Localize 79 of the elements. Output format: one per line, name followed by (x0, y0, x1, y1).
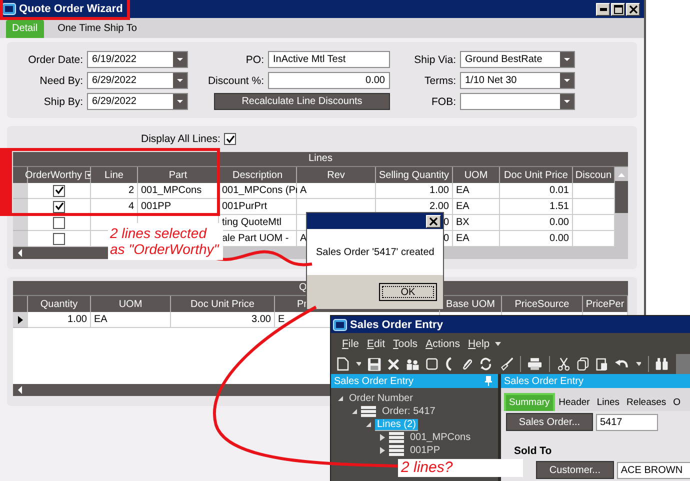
column-header[interactable]: Part (138, 167, 219, 183)
dropdown-field[interactable]: 6/29/2022 (87, 72, 188, 89)
tab[interactable]: Header (556, 395, 593, 411)
dropdown-field[interactable]: 6/19/2022 (87, 51, 188, 68)
panel-title: Sales Order Entry (334, 376, 414, 386)
dropdown-field[interactable]: Ground BestRate (460, 51, 575, 68)
field-label: Discount %: (206, 74, 264, 86)
table-cell: 0.01 (500, 183, 573, 199)
field-label: Terms: (424, 74, 456, 86)
panel-title: Sales Order Entry (504, 376, 584, 386)
menu-item[interactable]: Help (465, 338, 493, 350)
table-cell: 1.51 (500, 199, 573, 215)
tab[interactable]: Lines (594, 395, 623, 411)
customer-button[interactable]: Customer... (536, 461, 614, 479)
input-field[interactable]: InActive Mtl Test (268, 51, 390, 68)
tree-item[interactable]: Order Number (347, 393, 415, 404)
column-header[interactable]: OrderWorthy (28, 167, 91, 183)
checkbox-label: Display All Lines: (141, 133, 220, 145)
tree-item[interactable]: 001_MPCons (408, 432, 473, 443)
field-label: Ship By: (42, 96, 83, 108)
field-label: Order Date: (27, 54, 83, 66)
input-field[interactable]: 5417 (596, 414, 658, 430)
table-cell: 3.00 (171, 312, 275, 328)
table-cell: 001_MPCons (138, 183, 219, 199)
table-cell: 001PurPrt (219, 199, 297, 215)
table-cell: A (297, 183, 376, 199)
menu-item[interactable]: Actions (422, 338, 464, 350)
field-label: FOB: (430, 96, 456, 108)
recalculate-button[interactable]: Recalculate Line Discounts (214, 93, 390, 110)
field-label: Need By: (38, 74, 83, 86)
column-header[interactable]: PricePer (583, 296, 628, 312)
tab[interactable]: One Time Ship To (48, 20, 147, 38)
table-cell: 1.00 (376, 183, 453, 199)
field-label: Ship Via: (413, 54, 456, 66)
menu-item[interactable]: Tools (390, 338, 421, 350)
column-header[interactable]: UOM (453, 167, 500, 183)
table-cell: 001_MPCons (Pr (219, 183, 297, 199)
column-header[interactable]: Rev (297, 167, 376, 183)
tree-item[interactable]: 001PP (408, 445, 442, 456)
column-header[interactable]: PriceSource (502, 296, 583, 312)
menu-item[interactable]: Edit (364, 338, 388, 350)
menu-item[interactable]: File (339, 338, 362, 350)
grid-title: Lines (308, 153, 332, 164)
table-cell: 0.00 (500, 231, 573, 247)
column-header[interactable]: Description (219, 167, 297, 183)
tab[interactable]: Releases (624, 395, 670, 411)
dropdown-field[interactable]: 6/29/2022 (87, 93, 188, 110)
table-cell: EA (453, 199, 500, 215)
column-header[interactable]: Discoun (573, 167, 615, 183)
column-header[interactable]: Doc Unit Price (171, 296, 275, 312)
table-cell: EA (453, 231, 500, 247)
table-cell: EA (91, 312, 171, 328)
annotation-text: 2 lines selected as "OrderWorthy" (108, 223, 223, 260)
table-cell: 0.00 (500, 215, 573, 231)
tree-item[interactable]: Order: 5417 (380, 406, 438, 417)
column-header[interactable]: Base UOM (440, 296, 502, 312)
annotation-text: 2 lines? (398, 459, 523, 477)
window-title: Quote Order Wizard (19, 3, 123, 15)
dialog-message: Sales Order '5417' created (316, 246, 434, 258)
input-field[interactable]: ACE BROWN (616, 462, 690, 478)
sales-order-button[interactable]: Sales Order... (506, 413, 593, 431)
grid-title: Q (299, 282, 307, 293)
tab[interactable]: O (670, 395, 684, 411)
dropdown-field[interactable]: 1/10 Net 30 (460, 72, 575, 89)
table-cell: ting QuoteMtl (219, 215, 297, 231)
column-header[interactable]: Quantity (28, 296, 91, 312)
ok-button[interactable]: OK (379, 283, 437, 301)
table-cell: 2 (91, 183, 138, 199)
column-header[interactable]: UOM (91, 296, 171, 312)
window-title: Sales Order Entry (350, 318, 443, 330)
table-cell: 1.00 (28, 312, 91, 328)
input-field[interactable]: 0.00 (268, 72, 390, 89)
column-header[interactable]: Selling Quantity (376, 167, 453, 183)
field-label: PO: (244, 54, 264, 66)
column-header[interactable]: Doc Unit Price (500, 167, 573, 183)
column-header[interactable]: Line (91, 167, 138, 183)
table-cell: EA (453, 183, 500, 199)
section-label: Sold To (513, 444, 553, 459)
table-cell: BX (453, 215, 500, 231)
